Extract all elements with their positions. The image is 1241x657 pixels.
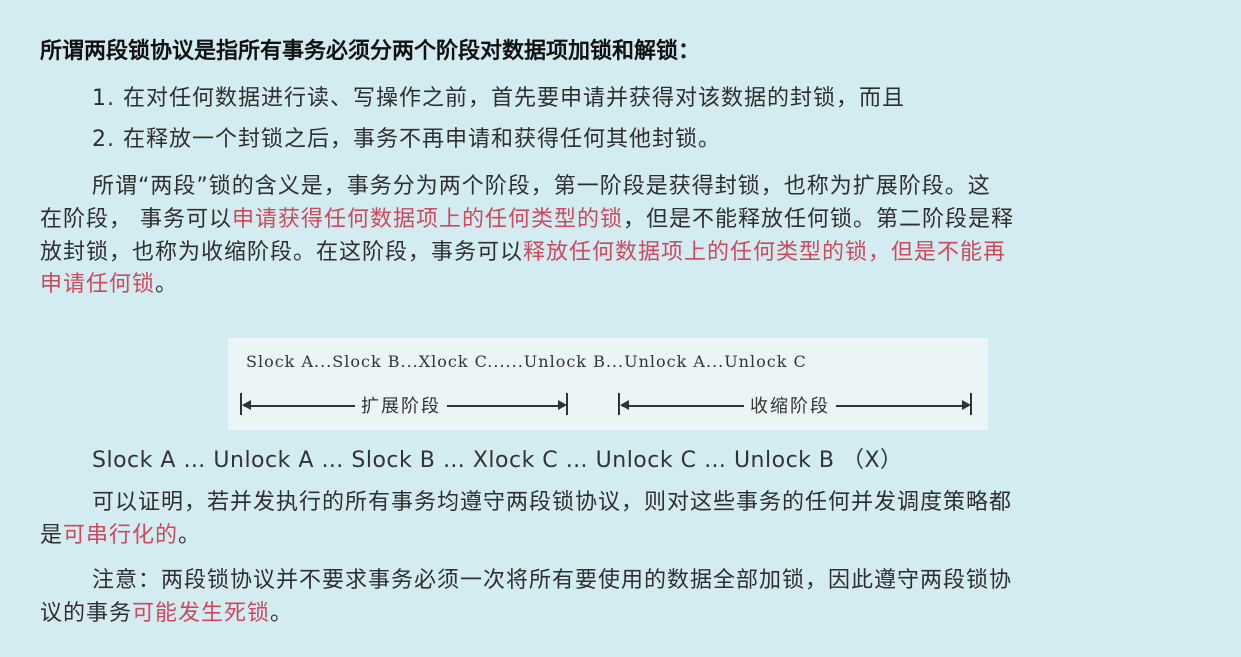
explanation-line-1: 所谓“两段”锁的含义是，事务分为两个阶段，第一阶段是获得封锁，也称为扩展阶段。这: [92, 174, 991, 199]
growing-phase-span: 扩展阶段: [240, 390, 570, 420]
text-segment: 。: [178, 523, 202, 548]
explanation-line-4: 申请任何锁。: [40, 270, 178, 300]
shrinking-phase-span: 收缩阶段: [618, 390, 974, 420]
slide-heading: 所谓两段锁协议是指所有事务必须分两个阶段对数据项加锁和解锁：: [40, 38, 701, 64]
growing-phase-label: 扩展阶段: [355, 392, 447, 418]
phase-end-tick: [970, 393, 972, 415]
lock-sequence: Slock A...Slock B...Xlock C......Unlock …: [246, 352, 807, 371]
emphasis-text: 可串行化的: [63, 523, 179, 548]
proof-line-1: 可以证明，若并发执行的所有事务均遵守两段锁协议，则对这些事务的任何并发调度策略都: [92, 490, 1013, 515]
phase-end-tick: [566, 393, 568, 415]
non-two-phase-example: Slock A … Unlock A … Slock B … Xlock C ……: [92, 448, 903, 473]
text-segment: ，但是不能释放任何锁。第二阶段是释: [623, 207, 1015, 232]
emphasis-text: 可能发生死锁: [132, 601, 271, 626]
slide: 所谓两段锁协议是指所有事务必须分两个阶段对数据项加锁和解锁： 1. 在对任何数据…: [0, 0, 1241, 657]
note-line-1: 注意：两段锁协议并不要求事务必须一次将所有要使用的数据全部加锁，因此遵守两段锁协: [92, 568, 1013, 593]
two-phase-diagram: Slock A...Slock B...Xlock C......Unlock …: [228, 338, 988, 430]
text-segment: 在阶段， 事务可以: [40, 207, 232, 232]
explanation-line-2: 在阶段， 事务可以申请获得任何数据项上的任何类型的锁，但是不能释放任何锁。第二阶…: [40, 205, 1014, 235]
proof-line-2: 是可串行化的。: [40, 521, 201, 551]
text-segment: 议的事务: [40, 601, 133, 626]
emphasis-text: 申请任何锁: [40, 272, 156, 297]
explanation-line-3: 放封锁，也称为收缩阶段。在这阶段，事务可以释放任何数据项上的任何类型的锁，但是不…: [40, 238, 1006, 268]
text-segment: 是: [40, 523, 64, 548]
emphasis-text: 释放任何数据项上的任何类型的锁，但是不能再: [523, 240, 1007, 265]
text-segment: 。: [155, 272, 179, 297]
rule-item-1: 1. 在对任何数据进行读、写操作之前，首先要申请并获得对该数据的封锁，而且: [92, 86, 905, 111]
shrinking-phase-label: 收缩阶段: [744, 392, 836, 418]
note-line-2: 议的事务可能发生死锁。: [40, 599, 293, 629]
rule-item-2: 2. 在释放一个封锁之后，事务不再申请和获得任何其他封锁。: [92, 127, 721, 152]
text-segment: 。: [270, 601, 294, 626]
emphasis-text: 申请获得任何数据项上的任何类型的锁: [232, 207, 624, 232]
text-segment: 放封锁，也称为收缩阶段。在这阶段，事务可以: [40, 240, 524, 265]
